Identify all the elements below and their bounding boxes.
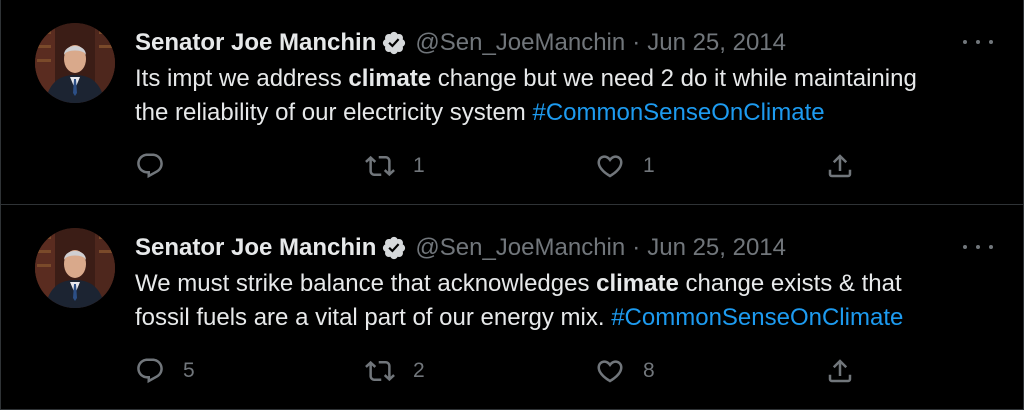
tweet-feed: Senator Joe Manchin @Sen_JoeManchin · Ju… xyxy=(0,0,1024,410)
reply-icon xyxy=(135,356,165,386)
reply-button[interactable] xyxy=(135,151,183,181)
avatar[interactable] xyxy=(35,23,115,103)
tweet[interactable]: Senator Joe Manchin @Sen_JoeManchin · Ju… xyxy=(1,205,1023,410)
reply-count: 5 xyxy=(183,359,195,382)
hashtag-link[interactable]: #CommonSenseOnClimate xyxy=(611,304,903,331)
author-handle[interactable]: @Sen_JoeManchin xyxy=(415,26,625,60)
more-dots-icon[interactable] xyxy=(963,239,993,255)
verified-badge-icon xyxy=(381,235,407,261)
retweet-button[interactable]: 1 xyxy=(365,151,425,181)
tweet-actions: 5 2 8 xyxy=(135,356,865,386)
retweet-count: 1 xyxy=(413,154,425,177)
tweet-date[interactable]: Jun 25, 2014 xyxy=(647,231,786,265)
more-dots-icon[interactable] xyxy=(963,34,993,50)
tweet-text-start: Its impt we address xyxy=(135,65,349,92)
like-button[interactable]: 1 xyxy=(595,151,655,181)
share-button[interactable] xyxy=(825,151,855,181)
retweet-button[interactable]: 2 xyxy=(365,356,425,386)
author-name[interactable]: Senator Joe Manchin xyxy=(135,26,376,60)
separator: · xyxy=(632,29,641,56)
avatar[interactable] xyxy=(35,228,115,308)
highlighted-term: climate xyxy=(596,270,679,297)
tweet-actions: 1 1 xyxy=(135,151,865,181)
author-handle[interactable]: @Sen_JoeManchin xyxy=(415,231,625,265)
highlighted-term: climate xyxy=(348,65,432,92)
verified-badge-icon xyxy=(381,30,407,56)
retweet-icon xyxy=(365,356,395,386)
retweet-count: 2 xyxy=(413,359,425,382)
hashtag-link[interactable]: #CommonSenseOnClimate xyxy=(532,99,824,126)
share-icon xyxy=(825,151,855,181)
tweet-header: Senator Joe Manchin @Sen_JoeManchin · Ju… xyxy=(135,26,786,60)
like-count: 8 xyxy=(643,359,655,382)
heart-icon xyxy=(595,151,625,181)
tweet-date[interactable]: Jun 25, 2014 xyxy=(647,26,786,60)
reply-button[interactable]: 5 xyxy=(135,356,195,386)
share-icon xyxy=(825,356,855,386)
reply-icon xyxy=(135,151,165,181)
tweet-header: Senator Joe Manchin @Sen_JoeManchin · Ju… xyxy=(135,231,786,265)
separator: · xyxy=(632,234,641,261)
heart-icon xyxy=(595,356,625,386)
like-count: 1 xyxy=(643,154,655,177)
share-button[interactable] xyxy=(825,356,855,386)
author-name[interactable]: Senator Joe Manchin xyxy=(135,231,376,265)
retweet-icon xyxy=(365,151,395,181)
tweet[interactable]: Senator Joe Manchin @Sen_JoeManchin · Ju… xyxy=(1,0,1023,205)
like-button[interactable]: 8 xyxy=(595,356,655,386)
tweet-text: We must strike balance that acknowledges… xyxy=(135,267,1015,335)
tweet-text-start: We must strike balance that acknowledges xyxy=(135,270,597,297)
tweet-text: Its impt we address climate change but w… xyxy=(135,62,1015,130)
